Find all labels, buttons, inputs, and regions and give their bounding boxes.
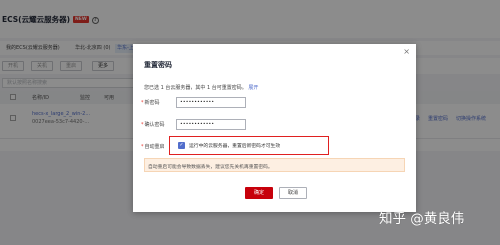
- selection-info: 您已选 1 台云服务器，其中 1 台可重置密码。 展开: [144, 84, 258, 91]
- close-icon[interactable]: ×: [403, 48, 410, 56]
- reset-password-dialog: 重置密码 × 您已选 1 台云服务器，其中 1 台可重置密码。 展开 *新密码 …: [133, 44, 416, 212]
- new-password-label: *新密码: [141, 100, 160, 106]
- watermark: 知乎 @黄良伟: [379, 211, 465, 227]
- warning-banner: 自动重启可能会导致数据丢失，建议您先关机再重置密码。: [144, 158, 405, 172]
- confirm-password-input[interactable]: ••••••••••••: [176, 119, 246, 130]
- auto-restart-checkbox-label[interactable]: 运行中的云服务器，重置后新密码才可生效: [189, 142, 280, 149]
- auto-restart-checkbox[interactable]: ✓: [178, 141, 185, 149]
- dialog-title: 重置密码: [144, 61, 172, 69]
- warning-text: 自动重启可能会导致数据丢失，建议您先关机再重置密码。: [148, 164, 273, 170]
- cancel-button[interactable]: 取消: [279, 187, 307, 199]
- confirm-password-label: *确认密码: [141, 122, 165, 128]
- selection-info-text: 您已选 1 台云服务器，其中 1 台可重置密码。: [144, 85, 247, 91]
- expand-link[interactable]: 展开: [248, 85, 258, 91]
- confirm-button[interactable]: 确定: [245, 187, 273, 199]
- auto-restart-label: *自动重启: [141, 144, 165, 150]
- new-password-input[interactable]: ••••••••••••: [176, 97, 246, 108]
- auto-restart-highlight: ✓ 运行中的云服务器，重置后新密码才可生效: [169, 136, 329, 155]
